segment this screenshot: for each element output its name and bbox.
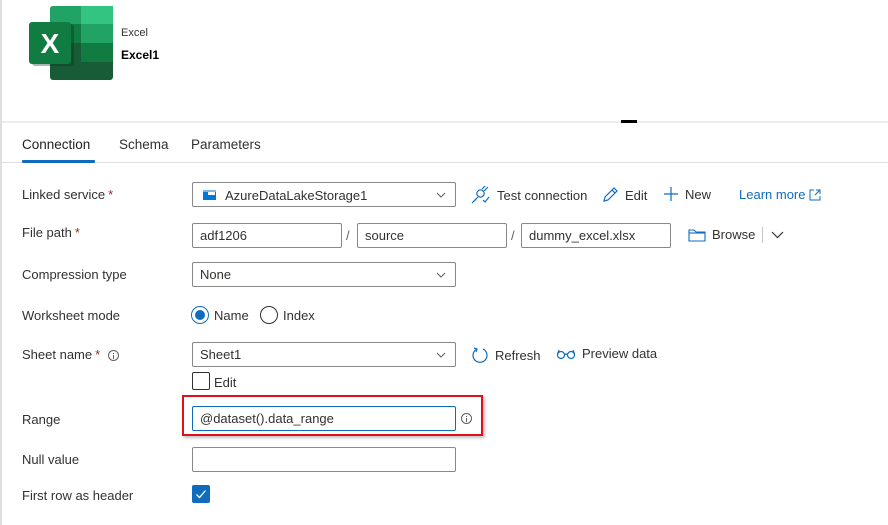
refresh-button[interactable]: Refresh [471,346,541,364]
path-separator: / [346,228,350,243]
linked-service-value: AzureDataLakeStorage1 [225,188,368,203]
null-value-input[interactable] [192,447,456,472]
file-path-directory-input[interactable]: source [357,223,507,248]
sheet-name-label: Sheet name * [22,347,119,362]
browse-options-chevron-icon[interactable] [771,230,784,240]
null-value-label: Null value [22,452,80,467]
test-connection-label: Test connection [497,187,588,203]
compression-type-value: None [200,267,232,282]
new-label: New [685,186,712,202]
radio-label-name: Name [214,307,249,323]
file-path-label-text: File path [22,225,72,240]
radio-checked-indicator [191,306,209,324]
new-linked-service-button[interactable]: New [663,186,711,202]
checkmark-icon [196,490,206,499]
file-path-container-input[interactable]: adf1206 [192,223,342,248]
preview-data-label: Preview data [582,346,658,361]
tab-connection[interactable]: Connection [22,137,90,152]
required-mark: * [108,187,114,202]
dataset-name: Excel1 [121,48,160,62]
file-path-file-input[interactable]: dummy_excel.xlsx [521,223,671,248]
learn-more-label: Learn more [739,187,806,202]
pencil-icon [603,187,618,202]
learn-more-link[interactable]: Learn more [739,187,821,202]
browse-button[interactable]: Browse [688,227,755,242]
dataset-header: X Excel Excel1 [0,0,888,122]
external-link-icon [809,189,821,200]
path-separator: / [511,228,515,243]
first-row-header-checkbox[interactable] [192,485,210,503]
edit-linked-service-button[interactable]: Edit [601,186,647,204]
chevron-down-icon [436,192,446,198]
plug-connection-icon [471,186,490,204]
tab-bar: Connection Schema Parameters [0,123,888,163]
compression-type-select[interactable]: None [192,262,456,287]
linked-service-label: Linked service * [22,187,113,202]
sheet-name-label-text: Sheet name [22,347,93,362]
chevron-down-icon [436,352,446,358]
svg-text:X: X [41,28,60,59]
range-info-icon[interactable] [461,413,472,424]
worksheet-mode-name-radio[interactable]: Name [191,306,249,324]
active-tab-indicator [22,160,95,163]
radio-label-index: Index [283,307,315,323]
sheet-name-select[interactable]: Sheet1 [192,342,456,367]
linked-service-label-text: Linked service [22,187,106,202]
range-input[interactable]: @dataset().data_range [192,406,456,431]
edit-label: Edit [625,187,648,203]
preview-data-button[interactable]: Preview data [556,346,657,361]
refresh-label: Refresh [495,347,541,363]
radio-dot [195,310,205,320]
chevron-down-icon [436,272,446,278]
required-mark: * [95,347,101,362]
browse-divider [762,227,763,243]
test-connection-button[interactable]: Test connection [471,186,587,204]
browse-label: Browse [712,227,756,242]
sheet-name-value: Sheet1 [200,347,242,362]
dataset-type: Excel [121,27,148,39]
sheet-name-edit-checkbox[interactable] [192,372,210,390]
plus-icon [664,187,678,201]
glasses-icon [556,349,576,359]
radio-unchecked-indicator [260,306,278,324]
required-mark: * [74,225,80,240]
linked-service-select[interactable]: AzureDataLakeStorage1 [192,182,456,207]
tab-schema[interactable]: Schema [119,137,169,152]
refresh-icon [472,347,488,363]
worksheet-mode-label: Worksheet mode [22,308,121,323]
first-row-header-label: First row as header [22,488,134,503]
file-path-label: File path * [22,225,80,240]
info-icon[interactable] [107,350,119,362]
sheet-name-edit-label: Edit [214,375,237,390]
range-label: Range [22,412,61,427]
excel-logo-icon: X [29,6,113,80]
tab-parameters[interactable]: Parameters [191,137,261,152]
compression-type-label: Compression type [22,267,127,282]
worksheet-mode-index-radio[interactable]: Index [260,306,315,324]
storage-icon [203,190,216,200]
folder-icon [688,228,706,242]
